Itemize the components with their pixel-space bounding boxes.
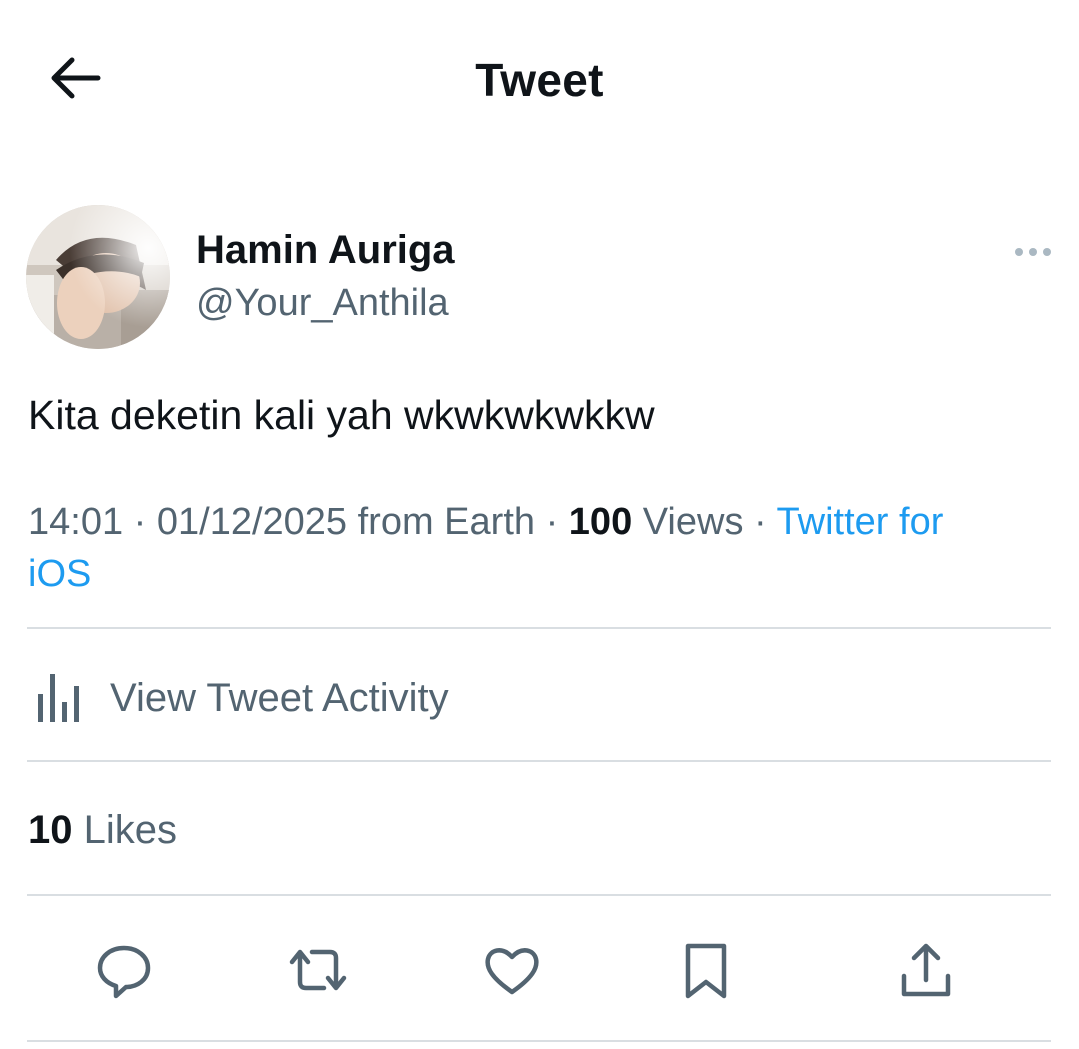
meta-separator: ·	[535, 501, 569, 543]
divider	[27, 894, 1051, 896]
activity-label: View Tweet Activity	[110, 676, 449, 720]
meta-separator: ·	[123, 501, 157, 543]
retweet-button[interactable]	[280, 935, 356, 1005]
heart-icon	[485, 948, 539, 995]
views-count: 100	[568, 501, 633, 543]
retweet-icon	[289, 949, 347, 991]
analytics-bars-icon	[38, 674, 79, 722]
source-line-1[interactable]: Twitter for	[777, 501, 944, 543]
divider	[27, 627, 1051, 629]
author-display-name[interactable]: Hamin Auriga	[196, 224, 455, 276]
view-tweet-activity-button[interactable]: View Tweet Activity	[28, 660, 1050, 736]
divider	[27, 760, 1051, 762]
likes-count: 10	[28, 808, 73, 852]
author-handle[interactable]: @Your_Anthila	[196, 278, 449, 328]
like-button[interactable]	[474, 935, 550, 1005]
profile-photo	[26, 205, 170, 349]
views-label: Views	[632, 501, 744, 543]
likes-label: Likes	[72, 808, 177, 852]
tweet-meta: 14:01 · 01/12/2025 from Earth · 100 View…	[28, 496, 1048, 600]
page-title: Tweet	[475, 54, 604, 106]
bookmark-button[interactable]	[668, 935, 744, 1005]
tweet-date: 01/12/2025	[156, 501, 348, 543]
reply-icon	[97, 945, 151, 999]
reply-button[interactable]	[86, 935, 162, 1005]
share-button[interactable]	[888, 935, 964, 1005]
tweet-time: 14:01	[28, 501, 124, 543]
divider	[27, 1040, 1051, 1042]
tweet-location: from Earth	[357, 501, 536, 543]
meta-separator: ·	[743, 501, 777, 543]
share-icon	[901, 943, 951, 997]
bookmark-icon	[685, 943, 727, 999]
more-options-button[interactable]	[1008, 236, 1058, 268]
more-horizontal-icon	[1015, 248, 1051, 256]
likes-count-link[interactable]: 10 Likes	[28, 804, 177, 856]
avatar[interactable]	[26, 205, 170, 349]
tweet-text: Kita deketin kali yah wkwkwkwkkw	[28, 392, 655, 438]
source-line-2[interactable]: iOS	[28, 553, 91, 595]
